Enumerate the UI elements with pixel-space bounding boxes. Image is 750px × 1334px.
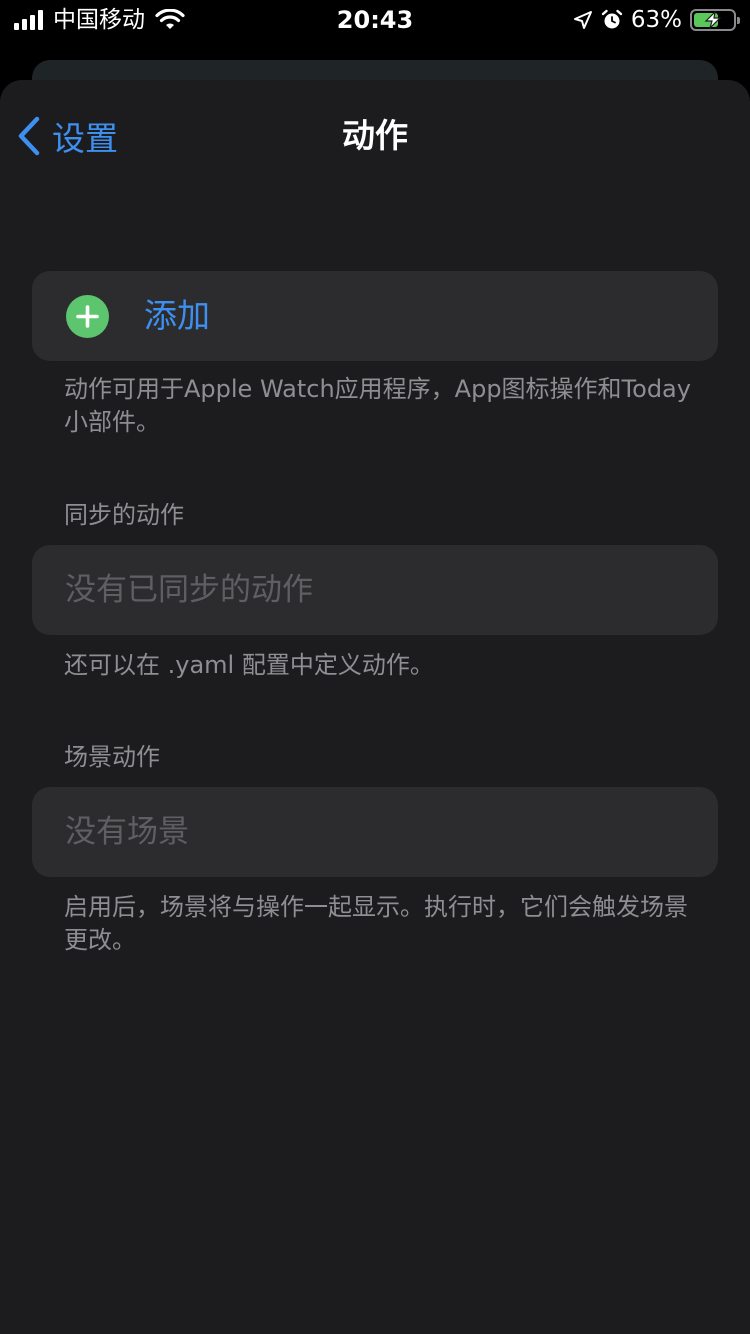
charging-bolt-icon: [704, 11, 722, 29]
page-title: 动作: [342, 116, 408, 155]
battery-charging-icon: [690, 9, 740, 31]
screen: 中国移动 20:43 63% 设置 动作 添加 动作可用于Apple Watch…: [0, 0, 750, 1334]
status-bar: 中国移动 20:43 63%: [0, 0, 750, 40]
plus-circle-icon: [66, 295, 109, 338]
scene-actions-cell: 没有场景: [32, 787, 718, 877]
navigation-bar: 设置 动作: [0, 80, 750, 192]
add-action-button[interactable]: 添加: [32, 271, 718, 361]
location-arrow-icon: [573, 11, 592, 29]
scene-actions-empty-label: 没有场景: [65, 814, 189, 850]
synced-actions-empty-label: 没有已同步的动作: [65, 572, 313, 608]
add-action-label: 添加: [144, 296, 210, 335]
synced-actions-cell: 没有已同步的动作: [32, 545, 718, 635]
actions-sheet: 设置 动作 添加 动作可用于Apple Watch应用程序，App图标操作和To…: [0, 80, 750, 1334]
scene-actions-header: 场景动作: [64, 743, 160, 771]
battery-percent: 63%: [630, 7, 682, 33]
synced-actions-header: 同步的动作: [64, 501, 184, 529]
add-footer-text: 动作可用于Apple Watch应用程序，App图标操作和Today小部件。: [64, 375, 691, 436]
status-right: 63%: [573, 6, 740, 34]
scene-footer-text: 启用后，场景将与操作一起显示。执行时，它们会触发场景更改。: [64, 893, 688, 954]
synced-footer-text: 还可以在 .yaml 配置中定义动作。: [64, 651, 434, 679]
battery-cap: [737, 17, 740, 24]
alarm-clock-icon: [601, 9, 623, 29]
